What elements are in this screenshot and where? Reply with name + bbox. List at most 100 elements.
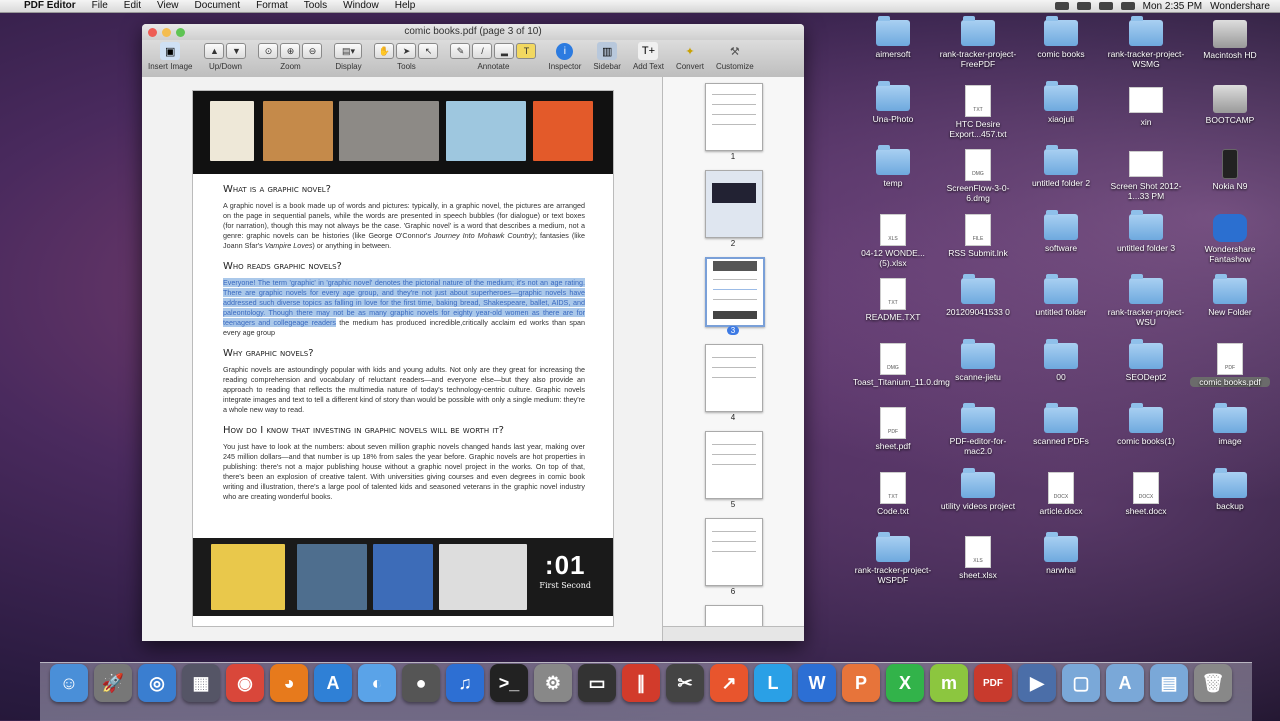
safari-icon[interactable]: ◎ [138, 664, 176, 702]
applications-stack-icon[interactable]: A [1106, 664, 1144, 702]
messages-icon[interactable]: ◐ [358, 664, 396, 702]
desktop-icon-aimersoft[interactable]: aimersoft [853, 16, 933, 59]
finder-icon[interactable]: ☺ [50, 664, 88, 702]
page-thumbnail[interactable] [705, 431, 763, 499]
page-thumbnail[interactable] [705, 83, 763, 151]
menubar-clock[interactable]: Mon 2:35 PM [1143, 1, 1202, 12]
menu-format[interactable]: Format [248, 0, 296, 12]
desktop-icon-utility-videos-project[interactable]: utility videos project [938, 467, 1018, 511]
photo-app-icon[interactable]: ▦ [182, 664, 220, 702]
insert-image-icon[interactable]: ▣ [160, 42, 181, 60]
desktop-icon-untitled-folder-2[interactable]: untitled folder 2 [1021, 145, 1101, 188]
desktop-icon-comic-books-1-[interactable]: comic books(1) [1106, 403, 1186, 446]
downloads-stack-icon[interactable]: ▤ [1150, 664, 1188, 702]
desktop-icon-sheet-xlsx[interactable]: XLS sheet.xlsx [938, 536, 1018, 580]
wondershare-l-icon[interactable]: L [754, 664, 792, 702]
desktop-icon-narwhal[interactable]: narwhal [1021, 532, 1101, 575]
pdf-page[interactable]: What is a graphic novel? A graphic novel… [192, 90, 614, 627]
desktop-icon-untitled-folder-3[interactable]: untitled folder 3 [1106, 209, 1186, 253]
paragraph-2[interactable]: Everyone! The term 'graphic' in 'graphic… [223, 278, 585, 338]
desktop-icon-macintosh-hd[interactable]: Macintosh HD [1190, 20, 1270, 60]
page-down-button[interactable]: ▼ [226, 43, 247, 59]
itunes-icon[interactable]: ♫ [446, 664, 484, 702]
page-thumbnail[interactable] [705, 170, 763, 238]
wifi-icon[interactable] [1098, 2, 1113, 10]
convert-icon[interactable]: ✦ [680, 42, 700, 60]
desktop-icon-code-txt[interactable]: TXT Code.txt [853, 471, 933, 516]
chart-app-icon[interactable]: ↗ [710, 664, 748, 702]
inspector-icon[interactable]: i [556, 42, 574, 60]
app-store-icon[interactable]: A [314, 664, 352, 702]
desktop-icon-rank-tracker-project-freepdf[interactable]: rank-tracker-project-FreePDF [938, 16, 1018, 69]
desktop-icon-scanned-pdfs[interactable]: scanned PDFs [1021, 403, 1101, 446]
menu-document[interactable]: Document [187, 0, 249, 12]
customize-icon[interactable]: ⚒ [725, 42, 745, 60]
desktop-icon-screen-shot-2012-1-33-pm[interactable]: Screen Shot 2012-1...33 PM [1106, 149, 1186, 201]
page-thumbnail[interactable] [705, 344, 763, 412]
desktop-icon-201209041533-0[interactable]: 201209041533 0 [938, 274, 1018, 317]
wondershare-w-icon[interactable]: W [798, 664, 836, 702]
desktop-icon-temp[interactable]: temp [853, 145, 933, 188]
app-menu[interactable]: PDF Editor [16, 0, 84, 12]
text-select-tool-button[interactable]: ↖ [418, 43, 439, 59]
desktop-icon-software[interactable]: software [1021, 209, 1101, 253]
document-area[interactable]: What is a graphic novel? A graphic novel… [142, 77, 662, 641]
desktop-icon-rank-tracker-project-wspdf[interactable]: rank-tracker-project-WSPDF [853, 532, 933, 585]
status-menu-icon[interactable] [1054, 2, 1069, 10]
facetime-icon[interactable]: ● [402, 664, 440, 702]
final-cut-icon[interactable]: ✂ [666, 664, 704, 702]
desktop-icon-untitled-folder[interactable]: untitled folder [1021, 274, 1101, 317]
desktop-icon-rank-tracker-project-wsmg[interactable]: rank-tracker-project-WSMG [1106, 16, 1186, 69]
menu-file[interactable]: File [84, 0, 116, 12]
desktop-icon-04-12-wonde-5-xlsx[interactable]: XLS 04-12 WONDE...(5).xlsx [853, 213, 933, 268]
hand-tool-button[interactable]: ✋ [374, 43, 395, 59]
desktop-icon-new-folder[interactable]: New Folder [1190, 274, 1270, 317]
desktop-icon-comic-books[interactable]: comic books [1021, 16, 1101, 59]
battery-icon[interactable] [1076, 2, 1091, 10]
desktop-icon-article-docx[interactable]: DOCX article.docx [1021, 471, 1101, 516]
desktop-icon-nokia-n9[interactable]: Nokia N9 [1190, 149, 1270, 191]
desktop-icon-rss-submit-lnk[interactable]: FILE RSS Submit.lnk [938, 213, 1018, 258]
text-annotate-button[interactable]: T [516, 43, 537, 59]
desktop-icon-00[interactable]: 00 [1021, 338, 1101, 382]
desktop-icon-bootcamp[interactable]: BOOTCAMP [1190, 84, 1270, 125]
desktop-icon-wondershare-fantashow[interactable]: Wondershare Fantashow [1190, 213, 1270, 264]
sidebar-icon[interactable]: ▥ [597, 42, 618, 60]
page-up-button[interactable]: ▲ [204, 43, 225, 59]
desktop-icon-pdf-editor-for-mac2-0[interactable]: PDF-editor-for-mac2.0 [938, 403, 1018, 456]
trash-icon[interactable]: 🗑 [1194, 664, 1232, 702]
menu-tools[interactable]: Tools [296, 0, 335, 12]
page-thumbnail[interactable] [705, 518, 763, 586]
window-titlebar[interactable]: comic books.pdf (page 3 of 10) [142, 24, 804, 40]
desktop-icon-readme-txt[interactable]: TXT README.TXT [853, 278, 933, 322]
pdf-app-icon[interactable]: PDF [974, 664, 1012, 702]
insert-image-group[interactable]: ▣ Insert Image [148, 42, 192, 71]
desktop-icon-toast-titanium-11-0-dmg[interactable]: DMG Toast_Titanium_11.0.dmg [853, 342, 950, 387]
zoom-fit-button[interactable]: ⊙ [258, 43, 279, 59]
monitor-icon[interactable]: ▭ [578, 664, 616, 702]
desktop-icon-sheet-pdf[interactable]: PDF sheet.pdf [853, 407, 933, 451]
menu-edit[interactable]: Edit [116, 0, 149, 12]
desktop-icon-comic-books-pdf[interactable]: PDF comic books.pdf [1190, 342, 1270, 387]
menubar-user[interactable]: Wondershare [1210, 1, 1270, 12]
desktop-icon-rank-tracker-project-wsu[interactable]: rank-tracker-project-WSU [1106, 274, 1186, 327]
desktop-icon-xin[interactable]: xin [1106, 85, 1186, 127]
select-tool-button[interactable]: ➤ [396, 43, 417, 59]
page-thumbnail-selected[interactable] [705, 257, 765, 327]
desktop-icon-xiaojuli[interactable]: xiaojuli [1021, 80, 1101, 124]
highlight-annotate-button[interactable]: ▂ [494, 43, 515, 59]
desktop-icon-sheet-docx[interactable]: DOCX sheet.docx [1106, 471, 1186, 516]
zoom-out-button[interactable]: ⊖ [302, 43, 323, 59]
desktop-icon-backup[interactable]: backup [1190, 467, 1270, 511]
desktop-icon-screenflow-3-0-6-dmg[interactable]: DMG ScreenFlow-3-0-6.dmg [938, 149, 1018, 203]
system-preferences-icon[interactable]: ⚙ [534, 664, 572, 702]
firefox-icon[interactable]: ◕ [270, 664, 308, 702]
display-mode-button[interactable]: ▤▾ [334, 43, 363, 59]
desktop-icon-htc-desire-export-457-txt[interactable]: TXT HTC Desire Export...457.txt [938, 84, 1018, 139]
desktop-icon-seodept2[interactable]: SEODept2 [1106, 338, 1186, 382]
chrome-icon[interactable]: ◉ [226, 664, 264, 702]
wondershare-p-icon[interactable]: P [842, 664, 880, 702]
menu-help[interactable]: Help [387, 0, 424, 12]
menu-window[interactable]: Window [335, 0, 387, 12]
desktop-icon-image[interactable]: image [1190, 403, 1270, 446]
